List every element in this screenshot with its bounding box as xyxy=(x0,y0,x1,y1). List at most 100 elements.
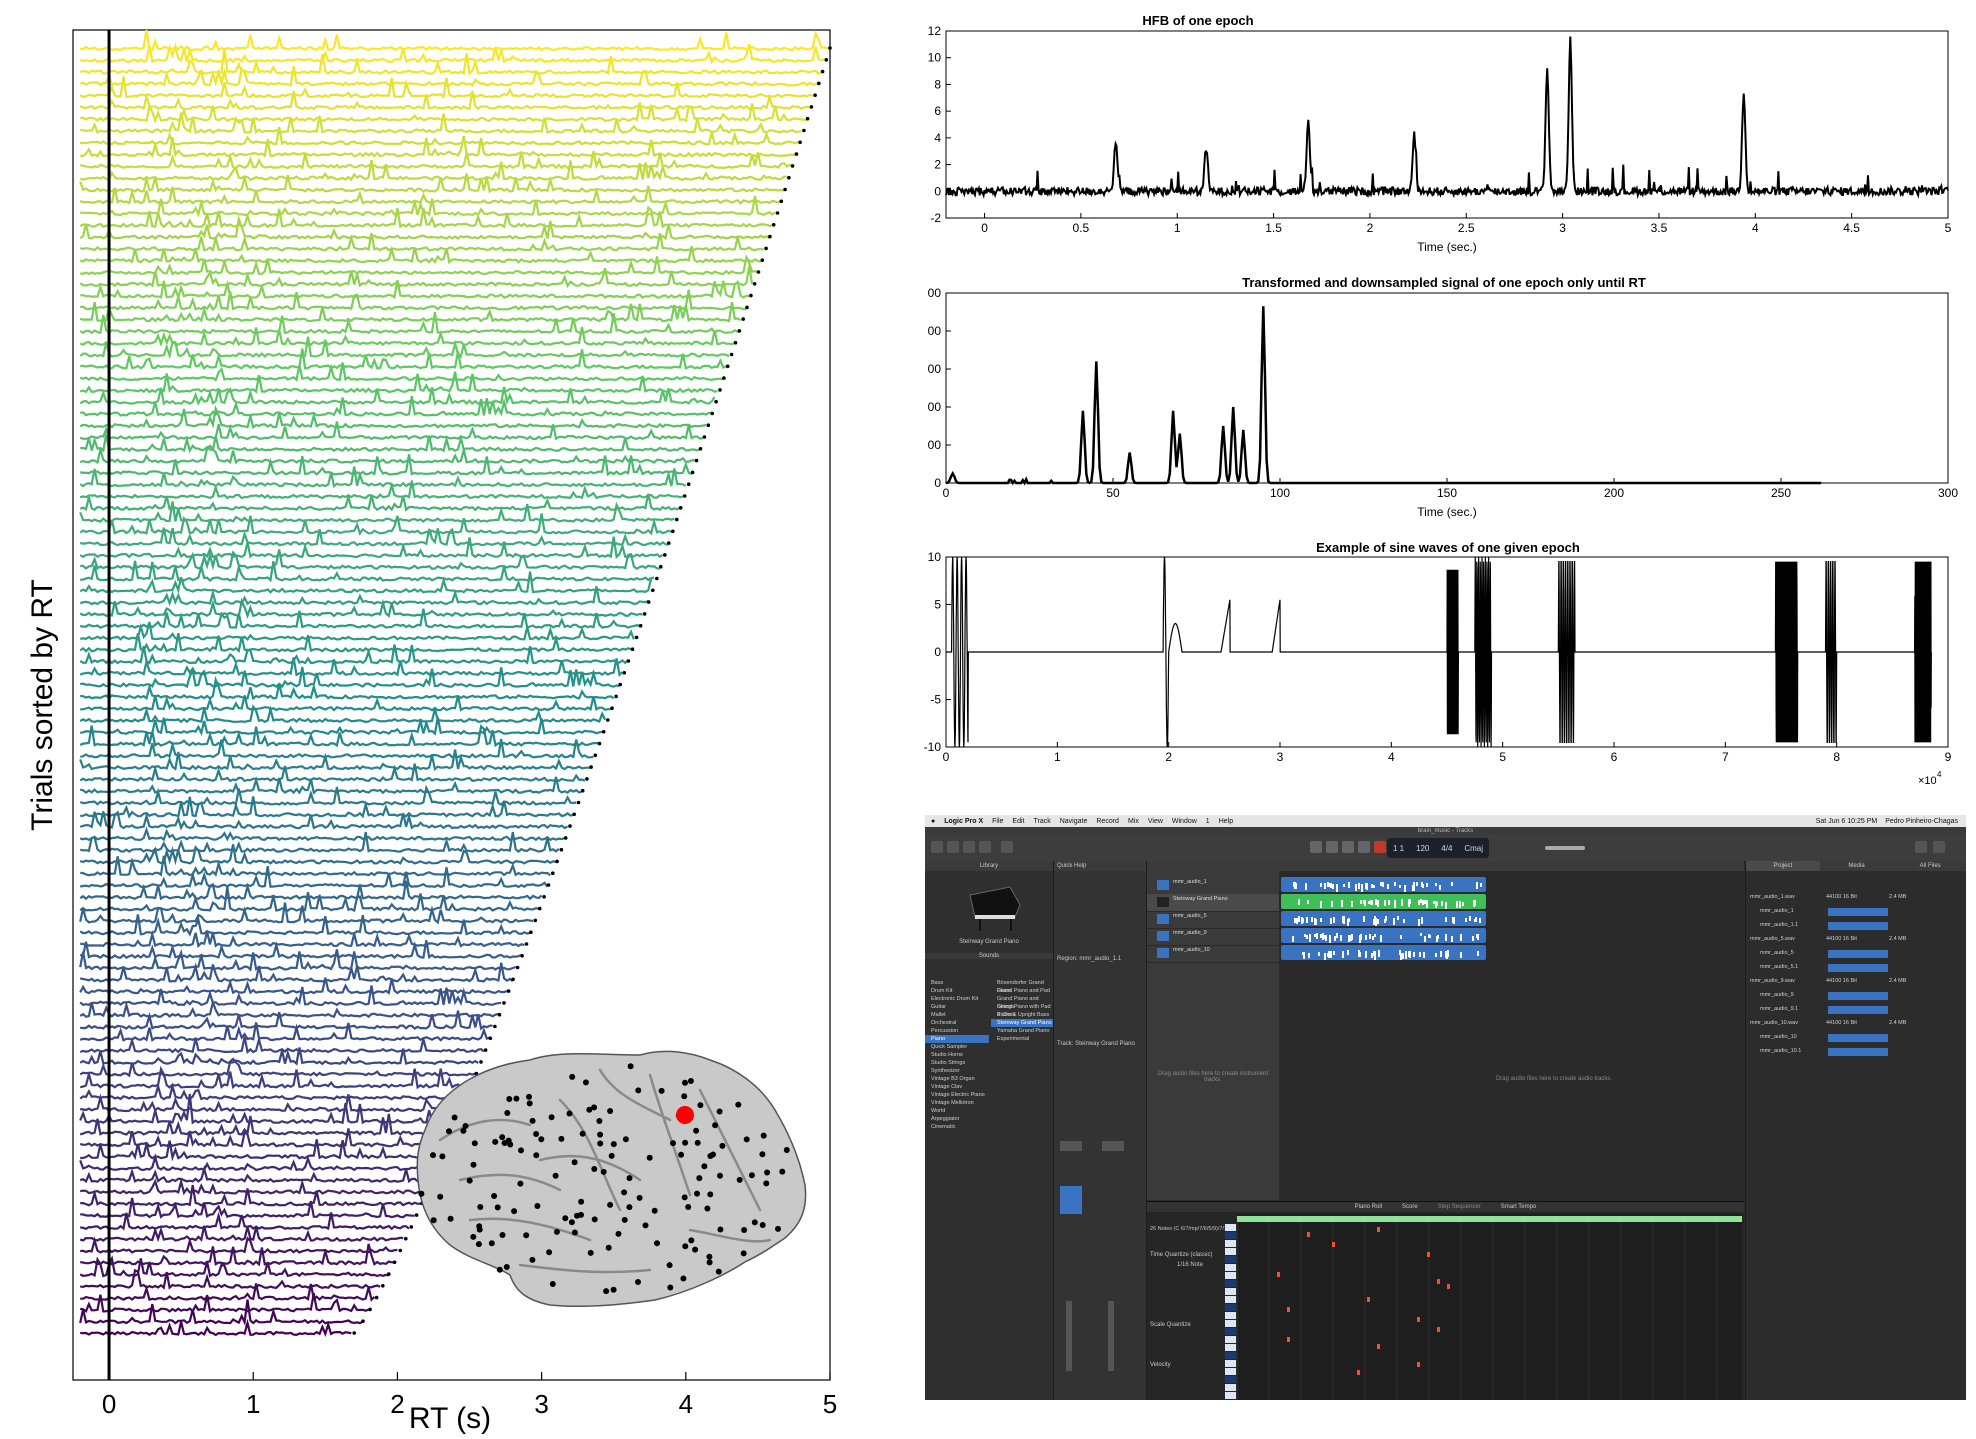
plugin-slots[interactable] xyxy=(1060,1186,1082,1214)
arrange-region[interactable] xyxy=(1281,911,1486,926)
category-item[interactable]: Guitar xyxy=(925,1003,989,1011)
arrange-region[interactable] xyxy=(1281,945,1486,960)
play-button[interactable] xyxy=(1358,841,1370,853)
inspector-button[interactable] xyxy=(947,841,959,853)
midi-note[interactable] xyxy=(1437,1279,1440,1284)
menu-view[interactable]: View xyxy=(1148,818,1163,825)
track-header[interactable]: mmr_audio_10 xyxy=(1147,945,1279,963)
category-item[interactable]: Orchestral xyxy=(925,1019,989,1027)
mixer-button[interactable] xyxy=(1001,841,1013,853)
channel-eq-2[interactable] xyxy=(1102,1141,1124,1151)
track-header[interactable]: Steinway Grand Piano xyxy=(1147,894,1279,912)
patch-item[interactable]: Piano & Upright Bass xyxy=(991,1011,1053,1019)
midi-note[interactable] xyxy=(1427,1252,1430,1257)
category-item[interactable]: Vintage Mellotron xyxy=(925,1099,989,1107)
menu-track[interactable]: Track xyxy=(1033,818,1050,825)
category-item[interactable]: Bass xyxy=(925,979,989,987)
midi-note[interactable] xyxy=(1367,1297,1370,1302)
piano-key[interactable] xyxy=(1225,1336,1236,1343)
audio-file-row[interactable]: mmr_audio_5.wav 44100 16 Bit 2.4 MB xyxy=(1746,933,1966,947)
menu-navigate[interactable]: Navigate xyxy=(1060,818,1088,825)
midi-note[interactable] xyxy=(1447,1284,1450,1289)
audio-region-row[interactable]: mmr_audio_1 xyxy=(1746,905,1966,919)
midi-note[interactable] xyxy=(1287,1307,1290,1312)
audio-region-row[interactable]: mmr_audio_9.1 xyxy=(1746,1003,1966,1017)
audio-region-row[interactable]: mmr_audio_5.1 xyxy=(1746,961,1966,975)
tab-project[interactable]: Project xyxy=(1746,861,1820,871)
arrange-ruler[interactable] xyxy=(1279,861,1744,871)
record-button[interactable] xyxy=(1374,841,1386,853)
midi-note[interactable] xyxy=(1307,1232,1310,1237)
channel-eq[interactable] xyxy=(1060,1141,1082,1151)
category-item[interactable]: Cinematic xyxy=(925,1123,989,1131)
track-name[interactable]: mmr_audio_1 xyxy=(1173,879,1207,885)
category-item[interactable]: Electronic Drum Kit xyxy=(925,995,989,1003)
stop-button[interactable] xyxy=(1342,841,1354,853)
track-name[interactable]: Steinway Grand Piano xyxy=(1173,896,1228,902)
category-item[interactable]: Synthesizer xyxy=(925,1067,989,1075)
track-name[interactable]: mmr_audio_5 xyxy=(1173,913,1207,919)
apple-icon[interactable]: ● xyxy=(931,818,935,825)
menu-record[interactable]: Record xyxy=(1096,818,1119,825)
category-item[interactable]: Percussion xyxy=(925,1027,989,1035)
user-name[interactable]: Pedro Pinheiro-Chagas xyxy=(1885,818,1958,825)
toolbar-button[interactable] xyxy=(979,841,991,853)
midi-note[interactable] xyxy=(1417,1317,1420,1322)
piano-key[interactable] xyxy=(1225,1384,1236,1391)
menu-edit[interactable]: Edit xyxy=(1012,818,1024,825)
audio-region-row[interactable]: mmr_audio_1.1 xyxy=(1746,919,1966,933)
audio-region-row[interactable]: mmr_audio_10 xyxy=(1746,1031,1966,1045)
track-header[interactable]: mmr_audio_5 xyxy=(1147,911,1279,929)
track-header[interactable]: mmr_audio_1 xyxy=(1147,877,1279,895)
help-button[interactable] xyxy=(963,841,975,853)
master-volume-slider[interactable] xyxy=(1545,846,1585,850)
lcd-display[interactable]: 1 1 120 4/4 Cmaj xyxy=(1387,838,1489,858)
menu-window[interactable]: Window xyxy=(1172,818,1197,825)
piano-key[interactable] xyxy=(1225,1248,1236,1255)
piano-key[interactable] xyxy=(1225,1376,1236,1383)
editor-button[interactable] xyxy=(1933,841,1945,853)
category-item[interactable]: Studio Strings xyxy=(925,1059,989,1067)
piano-key[interactable] xyxy=(1225,1352,1236,1359)
piano-key[interactable] xyxy=(1225,1272,1236,1279)
library-button[interactable] xyxy=(931,841,943,853)
menu-1[interactable]: 1 xyxy=(1206,818,1210,825)
track-header[interactable]: mmr_audio_9 xyxy=(1147,928,1279,946)
piano-key[interactable] xyxy=(1225,1368,1236,1375)
forward-button[interactable] xyxy=(1326,841,1338,853)
midi-note[interactable] xyxy=(1417,1362,1420,1367)
category-item[interactable]: Arpeggiator xyxy=(925,1115,989,1123)
patch-item[interactable]: Steinway Grand Piano xyxy=(991,1019,1053,1027)
category-item[interactable]: Mallet xyxy=(925,1011,989,1019)
patch-item[interactable]: Grand Piano and Strings xyxy=(991,995,1053,1010)
category-item[interactable]: Vintage B3 Organ xyxy=(925,1075,989,1083)
piano-key[interactable] xyxy=(1225,1392,1236,1399)
patch-item[interactable]: Yamaha Grand Piano xyxy=(991,1027,1053,1035)
channel-fader[interactable] xyxy=(1066,1301,1072,1371)
category-item[interactable]: Piano xyxy=(925,1035,989,1043)
midi-note[interactable] xyxy=(1357,1370,1360,1375)
track-name[interactable]: mmr_audio_10 xyxy=(1173,947,1210,953)
midi-note[interactable] xyxy=(1377,1344,1380,1349)
patch-item[interactable]: Experimental xyxy=(991,1035,1053,1043)
stereo-out-fader[interactable] xyxy=(1108,1301,1114,1371)
category-item[interactable]: World xyxy=(925,1107,989,1115)
piano-key[interactable] xyxy=(1225,1264,1236,1271)
category-item[interactable]: Drum Kit xyxy=(925,987,989,995)
track-name[interactable]: mmr_audio_9 xyxy=(1173,930,1207,936)
piano-key[interactable] xyxy=(1225,1304,1236,1311)
piano-key[interactable] xyxy=(1225,1256,1236,1263)
tab-media[interactable]: Media xyxy=(1820,861,1894,871)
category-item[interactable]: Studio Horns xyxy=(925,1051,989,1059)
audio-region-row[interactable]: mmr_audio_5 xyxy=(1746,947,1966,961)
piano-key[interactable] xyxy=(1225,1240,1236,1247)
menu-app[interactable]: Logic Pro X xyxy=(944,818,983,825)
audio-file-row[interactable]: mmr_audio_1.wav 44100 16 Bit 2.4 MB xyxy=(1746,891,1966,905)
audio-region-row[interactable]: mmr_audio_10.1 xyxy=(1746,1045,1966,1059)
audio-file-row[interactable]: mmr_audio_9.wav 44100 16 Bit 2.4 MB xyxy=(1746,975,1966,989)
category-item[interactable]: Vintage Clav xyxy=(925,1083,989,1091)
patch-item[interactable]: Grand Piano and Pad xyxy=(991,987,1053,995)
piano-key[interactable] xyxy=(1225,1224,1236,1231)
audio-region-row[interactable]: mmr_audio_9 xyxy=(1746,989,1966,1003)
piano-key[interactable] xyxy=(1225,1312,1236,1319)
